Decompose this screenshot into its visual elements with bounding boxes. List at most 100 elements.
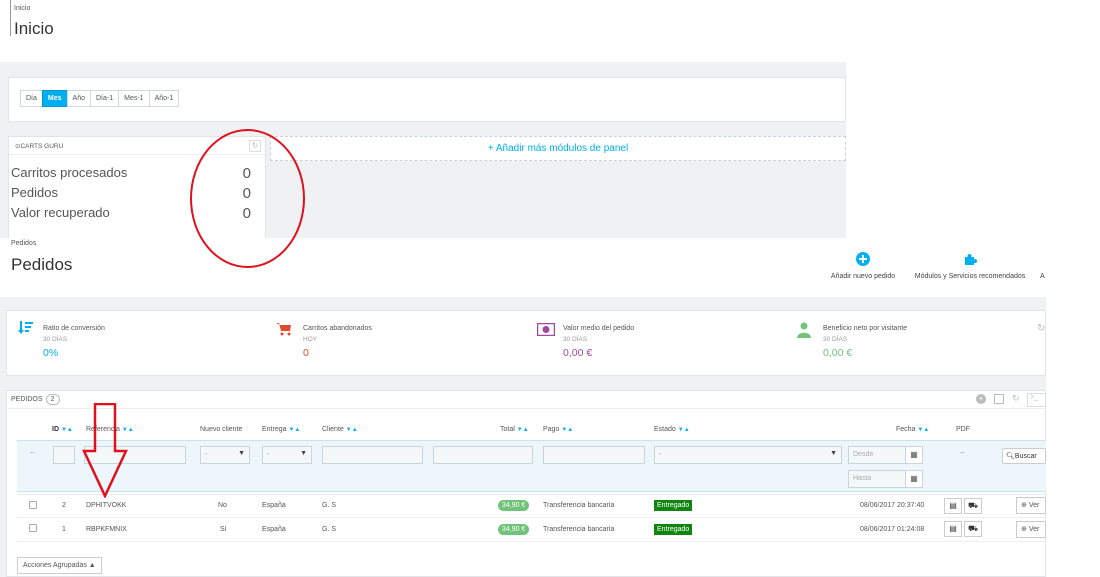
kpi-period: 30 DÍAS: [563, 336, 588, 343]
kpi-label: Carritos abandonados: [303, 325, 372, 332]
add-icon[interactable]: +: [976, 394, 986, 404]
caret-down-icon: ▼: [300, 450, 307, 457]
order-customer[interactable]: G. S: [322, 526, 336, 533]
period-month-button[interactable]: Mes: [41, 90, 68, 107]
filter-status-select[interactable]: - ▼: [654, 446, 842, 464]
row-divider: [17, 517, 1046, 518]
inicio-screenshot: Inicio Inicio Día Mes Año Día-1 Mes-1 Añ…: [0, 0, 846, 240]
filter-date-to-input[interactable]: Hasta: [848, 470, 906, 488]
zoom-icon: ⊕: [1021, 526, 1027, 533]
delivery-truck-icon[interactable]: ⛟: [964, 498, 982, 514]
order-new-customer: No: [218, 502, 227, 509]
view-order-button[interactable]: ⊕ Ver: [1016, 521, 1046, 538]
caret-down-icon: ▼: [238, 450, 245, 457]
sort-icon[interactable]: ▼▲: [288, 427, 300, 433]
column-date[interactable]: Fecha ▼▲: [896, 426, 929, 433]
annotation-ellipse: [190, 129, 305, 268]
filter-id-input[interactable]: [53, 446, 75, 464]
filter-dash: --: [960, 450, 965, 457]
sort-amount-icon: [18, 320, 34, 336]
orders-list-header: PEDIDOS 2: [11, 394, 60, 405]
period-day-button[interactable]: Día: [20, 90, 43, 107]
column-id[interactable]: ID ▼▲: [52, 426, 73, 433]
money-icon: [536, 322, 556, 337]
invoice-icon[interactable]: ▤: [944, 498, 962, 514]
view-order-button[interactable]: ⊕ Ver: [1016, 497, 1046, 514]
page-title: Inicio: [14, 19, 54, 38]
filter-payment-input[interactable]: [543, 446, 645, 464]
recommended-modules-button[interactable]: Módulos y Servicios recomendados: [906, 252, 1034, 280]
sort-icon[interactable]: ▼▲: [561, 427, 573, 433]
period-prev-day-button[interactable]: Día-1: [90, 90, 120, 107]
calendar-icon[interactable]: ▦: [905, 446, 923, 464]
add-modules-link[interactable]: + Añadir más módulos de panel: [270, 136, 846, 161]
filter-delivery-select[interactable]: - ▼: [262, 446, 312, 464]
bulk-actions-button[interactable]: Acciones Agrupadas ▲: [17, 557, 102, 574]
delivery-truck-icon[interactable]: ⛟: [964, 521, 982, 537]
search-button[interactable]: 🔍︎Buscar: [1002, 448, 1046, 464]
row-checkbox[interactable]: [29, 524, 37, 532]
kpi-value: 0: [303, 347, 309, 359]
period-prev-year-button[interactable]: Año-1: [148, 90, 180, 107]
invoice-icon[interactable]: ▤: [944, 521, 962, 537]
row-divider: [17, 541, 1046, 542]
orders-count-badge: 2: [45, 394, 60, 405]
column-customer[interactable]: Cliente ▼▲: [322, 426, 358, 433]
sql-manager-icon[interactable]: >_: [1027, 393, 1046, 407]
page-title: Pedidos: [11, 255, 73, 274]
order-total: 34,90 €: [498, 524, 530, 535]
sort-icon[interactable]: ▼▲: [517, 427, 529, 433]
order-date: 08/06/2017 01:24:08: [860, 526, 925, 533]
refresh-list-icon[interactable]: ↻: [1012, 393, 1020, 404]
breadcrumb[interactable]: Pedidos: [11, 240, 36, 247]
row-checkbox[interactable]: [29, 501, 37, 509]
filter-customer-input[interactable]: [322, 446, 423, 464]
order-reference[interactable]: DPHITVOKK: [86, 502, 126, 509]
column-total[interactable]: Total ▼▲: [500, 426, 529, 433]
order-id: 1: [62, 526, 66, 533]
puzzle-icon: [965, 254, 977, 265]
refresh-icon[interactable]: ↻: [1037, 323, 1045, 334]
order-status-badge: Entregado: [654, 500, 693, 511]
toolbar-button-partial[interactable]: A: [1040, 273, 1048, 280]
filter-total-input[interactable]: [433, 446, 533, 464]
kpi-label: Ratio de conversión: [43, 325, 105, 332]
kpi-value: 0%: [43, 347, 59, 359]
sort-icon[interactable]: ▼▲: [346, 427, 358, 433]
add-order-button[interactable]: Añadir nuevo pedido: [824, 252, 902, 280]
order-payment: Transferencia bancaria: [543, 526, 615, 533]
breadcrumb[interactable]: Inicio: [14, 5, 30, 12]
order-payment: Transferencia bancaria: [543, 502, 615, 509]
order-id: 2: [62, 502, 66, 509]
order-date: 08/06/2017 20:37:40: [860, 502, 925, 509]
calendar-icon[interactable]: ▦: [905, 470, 923, 488]
period-prev-month-button[interactable]: Mes-1: [118, 90, 150, 107]
kpi-value: 0,00 €: [823, 347, 853, 359]
caret-down-icon: ▼: [830, 450, 837, 457]
user-icon: [797, 322, 811, 338]
filter-date-from-input[interactable]: Desde: [848, 446, 906, 464]
filter-new-customer-select[interactable]: - ▼: [200, 446, 250, 464]
order-customer[interactable]: G. S: [322, 502, 336, 509]
column-status[interactable]: Estado ▼▲: [654, 426, 690, 433]
column-delivery[interactable]: Entrega ▼▲: [262, 426, 300, 433]
order-delivery: España: [262, 502, 286, 509]
row-divider: [17, 494, 1046, 495]
order-delivery: España: [262, 526, 286, 533]
export-icon[interactable]: [994, 394, 1004, 404]
kpi-label: Valor medio del pedido: [563, 325, 635, 332]
filter-dash: --: [30, 450, 35, 457]
kpi-period: 30 DÍAS: [43, 336, 68, 343]
annotation-arrow-down-icon: [82, 403, 128, 498]
order-reference[interactable]: RBPKFMNIX: [86, 526, 127, 533]
period-selector: Día Mes Año Día-1 Mes-1 Año-1: [20, 90, 180, 107]
kpi-label: Beneficio neto por visitante: [823, 325, 908, 332]
empty-dashboard-area: [270, 162, 846, 240]
sort-icon[interactable]: ▼▲: [917, 427, 929, 433]
order-status-badge: Entregado: [654, 524, 693, 535]
column-payment[interactable]: Pago ▼▲: [543, 426, 573, 433]
column-pdf: PDF: [956, 426, 970, 433]
sort-icon[interactable]: ▼▲: [678, 427, 690, 433]
sort-icon[interactable]: ▼▲: [61, 427, 73, 433]
period-year-button[interactable]: Año: [66, 90, 91, 107]
